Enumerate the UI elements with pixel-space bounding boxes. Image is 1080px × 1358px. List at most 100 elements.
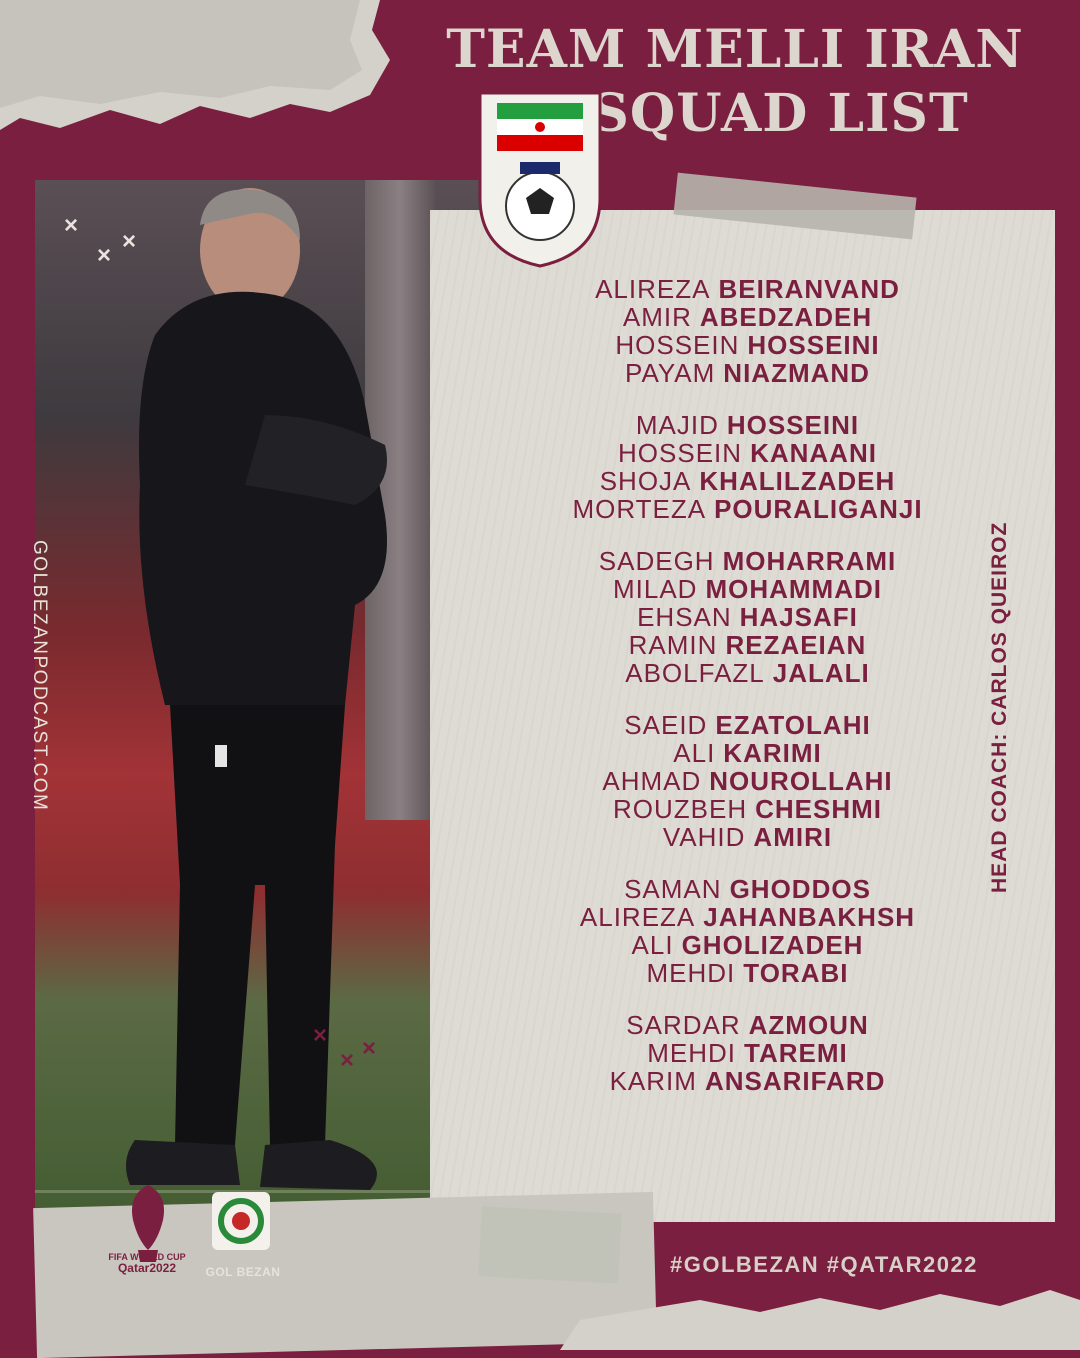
player-last-name: MOHAMMADI: [705, 574, 882, 604]
player-row: EHSAN HAJSAFI: [470, 603, 1025, 631]
player-first-name: HOSSEIN: [618, 438, 743, 468]
player-first-name: PAYAM: [625, 358, 716, 388]
player-last-name: GHOLIZADEH: [681, 930, 864, 960]
player-first-name: HOSSEIN: [615, 330, 740, 360]
player-first-name: MORTEZA: [572, 494, 707, 524]
player-last-name: HOSSEINI: [726, 410, 860, 440]
player-last-name: JAHANBAKHSH: [703, 902, 916, 932]
player-last-name: KHALILZADEH: [699, 466, 896, 496]
player-row: AHMAD NOUROLLAHI: [470, 767, 1025, 795]
player-first-name: ALI: [631, 930, 674, 960]
player-row: HOSSEIN HOSSEINI: [470, 331, 1025, 359]
player-first-name: ALIREZA: [579, 902, 696, 932]
player-first-name: ABOLFAZL: [625, 658, 765, 688]
player-row: ALIREZA JAHANBAKHSH: [470, 903, 1025, 931]
player-row: MORTEZA POURALIGANJI: [470, 495, 1025, 523]
player-row: HOSSEIN KANAANI: [470, 439, 1025, 467]
squad-group: SARDAR AZMOUN MEHDI TAREMI KARIM ANSARIFARD: [470, 1011, 1025, 1095]
decor-x-mark: ×: [97, 242, 112, 269]
player-first-name: MEHDI: [646, 958, 736, 988]
player-last-name: ABEDZADEH: [699, 302, 873, 332]
player-row: SARDAR AZMOUN: [470, 1011, 1025, 1039]
iran-football-federation-crest-icon: [478, 91, 602, 268]
player-row: AMIR ABEDZADEH: [470, 303, 1025, 331]
decor-x-mark: ×: [340, 1047, 355, 1074]
player-first-name: MEHDI: [647, 1038, 737, 1068]
player-row: ROUZBEH CHESHMI: [470, 795, 1025, 823]
player-row: SAEID EZATOLAHI: [470, 711, 1025, 739]
player-first-name: SARDAR: [626, 1010, 741, 1040]
player-row: MEHDI TAREMI: [470, 1039, 1025, 1067]
title-line-1: TEAM MELLI IRAN: [446, 19, 1024, 80]
player-row: VAHID AMIRI: [470, 823, 1025, 851]
player-row: SAMAN GHODDOS: [470, 875, 1025, 903]
player-first-name: AHMAD: [602, 766, 702, 796]
player-first-name: SAEID: [624, 710, 708, 740]
player-row: MAJID HOSSEINI: [470, 411, 1025, 439]
player-last-name: GHODDOS: [729, 874, 871, 904]
squad-group: ALIREZA BEIRANVAND AMIR ABEDZADEH HOSSEIN HOS…: [470, 275, 1025, 387]
player-last-name: AMIRI: [753, 822, 833, 852]
player-row: SHOJA KHALILZADEH: [470, 467, 1025, 495]
player-row: RAMIN REZAEIAN: [470, 631, 1025, 659]
player-first-name: KARIM: [609, 1066, 697, 1096]
player-last-name: AZMOUN: [748, 1010, 869, 1040]
player-first-name: SHOJA: [599, 466, 692, 496]
squad-group: SADEGH MOHARRAMI MILAD MOHAMMADI EHSAN HAJSAF…: [470, 547, 1025, 687]
player-last-name: TAREMI: [744, 1038, 848, 1068]
player-first-name: ROUZBEH: [612, 794, 748, 824]
player-first-name: SADEGH: [598, 546, 715, 576]
tape-strip-bottom: [478, 1206, 622, 1284]
player-row: PAYAM NIAZMAND: [470, 359, 1025, 387]
player-row: KARIM ANSARIFARD: [470, 1067, 1025, 1095]
player-first-name: VAHID: [662, 822, 746, 852]
decor-x-mark: ×: [362, 1035, 377, 1062]
decor-x-mark: ×: [122, 228, 137, 255]
player-last-name: NOUROLLAHI: [709, 766, 893, 796]
player-first-name: SAMAN: [624, 874, 722, 904]
world-cup-logo-text: FIFA WORLD CUP Qatar2022: [92, 1252, 202, 1274]
gol-bezan-logo-icon: [212, 1192, 270, 1250]
player-last-name: REZAEIAN: [725, 630, 867, 660]
player-last-name: KANAANI: [750, 438, 877, 468]
player-row: MILAD MOHAMMADI: [470, 575, 1025, 603]
head-coach-text: HEAD COACH: CARLOS QUEIROZ: [988, 521, 1011, 893]
player-row: ALI KARIMI: [470, 739, 1025, 767]
website-vertical: GOLBEZANPODCAST.COM: [18, 540, 68, 870]
player-last-name: EZATOLAHI: [715, 710, 871, 740]
player-first-name: AMIR: [622, 302, 692, 332]
squad-group: SAEID EZATOLAHI ALI KARIMI AHMAD NOUROLLAHI RO…: [470, 711, 1025, 851]
player-row: ALIREZA BEIRANVAND: [470, 275, 1025, 303]
squad-group: SAMAN GHODDOS ALIREZA JAHANBAKHSH ALI GHOLIZA…: [470, 875, 1025, 987]
head-coach-vertical: HEAD COACH: CARLOS QUEIROZ: [988, 455, 1028, 895]
squad-group: MAJID HOSSEINI HOSSEIN KANAANI SHOJA KHALILZA…: [470, 411, 1025, 523]
player-last-name: KARIMI: [723, 738, 822, 768]
player-last-name: JALALI: [772, 658, 870, 688]
decor-x-mark: ×: [313, 1022, 328, 1049]
player-last-name: MOHARRAMI: [722, 546, 897, 576]
hashtags: #GOLBEZAN #QATAR2022: [670, 1252, 978, 1277]
player-last-name: HOSSEINI: [747, 330, 880, 360]
gol-bezan-logo-text: GOL BEZAN: [205, 1265, 281, 1279]
player-first-name: ALI: [673, 738, 716, 768]
player-last-name: ANSARIFARD: [704, 1066, 886, 1096]
player-row: MEHDI TORABI: [470, 959, 1025, 987]
player-last-name: NIAZMAND: [723, 358, 870, 388]
player-row: SADEGH MOHARRAMI: [470, 547, 1025, 575]
player-last-name: CHESHMI: [755, 794, 883, 824]
player-row: ABOLFAZL JALALI: [470, 659, 1025, 687]
world-cup-line-2: Qatar2022: [117, 1261, 177, 1275]
decor-x-mark: ×: [64, 212, 79, 239]
player-last-name: BEIRANVAND: [718, 274, 900, 304]
player-row: ALI GHOLIZADEH: [470, 931, 1025, 959]
player-last-name: TORABI: [743, 958, 849, 988]
player-first-name: RAMIN: [628, 630, 718, 660]
player-last-name: HAJSAFI: [739, 602, 858, 632]
squad-list: ALIREZA BEIRANVAND AMIR ABEDZADEH HOSSEIN HOS…: [470, 275, 1025, 1119]
player-first-name: ALIREZA: [595, 274, 711, 304]
player-first-name: EHSAN: [637, 602, 732, 632]
torn-paper-bottom: [560, 1290, 1080, 1350]
website-text: GOLBEZANPODCAST.COM: [29, 540, 50, 812]
player-first-name: MAJID: [635, 410, 719, 440]
player-first-name: MILAD: [613, 574, 698, 604]
